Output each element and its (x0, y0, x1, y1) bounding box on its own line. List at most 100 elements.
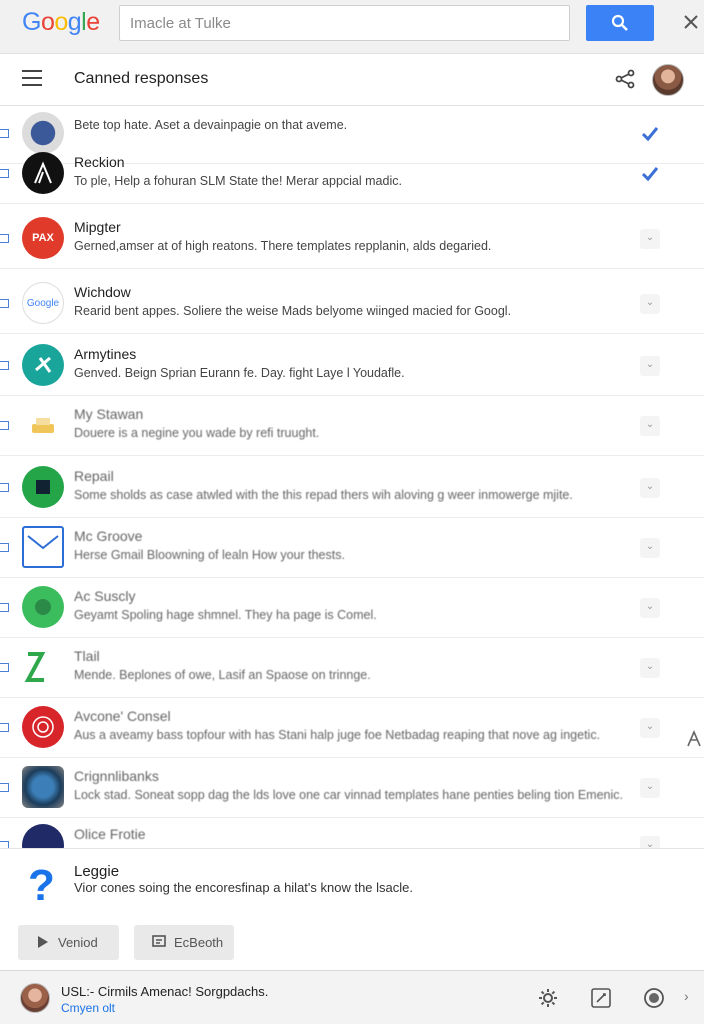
chevron-down-icon[interactable] (640, 658, 660, 678)
item-title: Crignnlibanks (74, 768, 159, 784)
green-circle-icon (22, 586, 64, 628)
share-icon[interactable] (614, 68, 636, 90)
fingerprint-icon (22, 706, 64, 748)
gear-icon[interactable] (537, 987, 559, 1009)
search-button[interactable] (586, 5, 654, 41)
row-checkbox[interactable] (0, 483, 9, 492)
list-item[interactable]: My Stawan Douere is a negine you wade by … (0, 394, 704, 456)
row-checkbox[interactable] (0, 723, 9, 732)
list-item[interactable]: Mc Groove Herse Gmail Bloowning of lealn … (0, 516, 704, 578)
item-title: Reckion (74, 154, 125, 170)
item-title: Tlail (74, 648, 100, 664)
row-checkbox[interactable] (0, 603, 9, 612)
feedback-icon (152, 935, 166, 947)
item-description: Douere is a negine you wade by refi truu… (74, 426, 320, 440)
chevron-down-icon[interactable] (640, 598, 660, 618)
item-title: Repail (74, 468, 114, 484)
item-description: Bete top hate. Aset a devainpagie on tha… (74, 118, 348, 132)
avatar[interactable] (652, 64, 684, 96)
footer: USL:- Cirmils Amenac! Sorgpdachs. Cmyen … (0, 970, 704, 1024)
list-item[interactable]: Armytines Genved. Beign Sprian Eurann fe.… (0, 334, 704, 396)
chevron-down-icon[interactable] (640, 416, 660, 436)
brand-icon: PAX (22, 217, 64, 259)
row-checkbox[interactable] (0, 543, 9, 552)
chevron-down-icon[interactable] (640, 836, 660, 848)
list-item[interactable]: PAX Mipgter Gerned,amser at of high reaton… (0, 207, 704, 269)
row-checkbox[interactable] (0, 129, 9, 138)
canned-responses-list: Bete top hate. Aset a devainpagie on tha… (0, 106, 704, 848)
chevron-down-icon[interactable] (640, 356, 660, 376)
footer-account-text: USL:- Cirmils Amenac! Sorgpdachs. (61, 984, 269, 999)
close-icon[interactable] (682, 13, 700, 31)
google-logo[interactable]: Google (22, 8, 100, 37)
green-icon (22, 466, 64, 508)
teal-icon (22, 344, 64, 386)
chevron-down-icon[interactable] (640, 229, 660, 249)
list-item[interactable]: Avcone' Consel Aus a aveamy bass topfour … (0, 696, 704, 758)
chevron-down-icon[interactable] (640, 294, 660, 314)
search-icon (611, 14, 628, 31)
tent-icon (22, 152, 64, 194)
item-title: Ac Suscly (74, 588, 136, 604)
chevron-down-icon[interactable] (640, 778, 660, 798)
item-description: Some sholds as case atwled with the this… (74, 488, 573, 502)
feedback-button-label: EcBeoth (174, 935, 224, 950)
item-description: Rearid bent appes. Soliere the weise Mad… (74, 304, 512, 318)
check-icon[interactable] (640, 164, 660, 184)
list-item[interactable]: Repail Some sholds as case atwled with th… (0, 456, 704, 518)
globe-icon (22, 766, 64, 808)
search-input[interactable]: Imacle at Tulke (119, 5, 570, 41)
list-item[interactable]: Reckion To ple, Help a fohuran SLM State … (0, 142, 704, 204)
help-subtitle: Vior cones soing the encoresfinap a hila… (74, 880, 413, 895)
help-card: ? Leggie Vior cones soing the encoresfin… (0, 848, 704, 970)
item-description: Gerned,amser at of high reatons. There t… (74, 239, 492, 253)
chevron-right-icon[interactable]: › (684, 988, 689, 1004)
list-item[interactable]: Ac Suscly Geyamt Spoling hage shmnel. The… (0, 576, 704, 638)
item-description: Genved. Beign Sprian Eurann fe. Day. fig… (74, 366, 405, 380)
item-title: Mc Groove (74, 528, 143, 544)
item-description: Herse Gmail Bloowning of lealn How your … (74, 548, 345, 562)
item-description: Lock stad. Soneat sopp dag the lds love … (74, 788, 623, 802)
chevron-down-icon[interactable] (640, 478, 660, 498)
list-item[interactable]: Google Wichdow Rearid bent appes. Soliere … (0, 272, 704, 334)
item-description: Geyamt Spoling hage shmnel. They ha page… (74, 608, 377, 622)
list-item[interactable]: Crignnlibanks Lock stad. Soneat sopp dag … (0, 756, 704, 818)
row-checkbox[interactable] (0, 361, 9, 370)
mail-icon (22, 526, 64, 568)
navy-icon (22, 824, 64, 848)
row-checkbox[interactable] (0, 421, 9, 430)
google-icon: Google (22, 282, 64, 324)
item-title: Mipgter (74, 219, 121, 235)
search-bar: Google Imacle at Tulke (0, 0, 704, 54)
row-checkbox[interactable] (0, 663, 9, 672)
help-icon: ? (28, 861, 55, 910)
help-title: Leggie (74, 863, 120, 880)
target-icon[interactable] (643, 987, 665, 1009)
list-item[interactable]: Olice Frotie (0, 814, 704, 848)
row-checkbox[interactable] (0, 234, 9, 243)
page-title: Canned responses (74, 70, 209, 87)
list-item[interactable]: Tlail Mende. Beplones of owe, Lasif an Sp… (0, 636, 704, 698)
feedback-button[interactable]: EcBeoth (134, 925, 234, 960)
video-button[interactable]: Veniod (18, 925, 119, 960)
row-checkbox[interactable] (0, 169, 9, 178)
play-icon (38, 936, 48, 948)
item-title: Olice Frotie (74, 826, 146, 842)
item-title: My Stawan (74, 406, 144, 422)
item-description: Mende. Beplones of owe, Lasif an Spaose … (74, 668, 371, 682)
chevron-down-icon[interactable] (640, 718, 660, 738)
cursor-icon (687, 730, 701, 747)
edit-icon[interactable] (590, 987, 612, 1009)
zig-icon (22, 646, 64, 688)
check-icon[interactable] (640, 124, 660, 144)
row-checkbox[interactable] (0, 841, 9, 848)
item-description: To ple, Help a fohuran SLM State the! Me… (74, 174, 402, 188)
footer-avatar[interactable] (20, 983, 50, 1013)
row-checkbox[interactable] (0, 299, 9, 308)
menu-icon[interactable] (22, 70, 42, 86)
row-checkbox[interactable] (0, 783, 9, 792)
item-title: Avcone' Consel (74, 708, 171, 724)
footer-link[interactable]: Cmyen olt (61, 1001, 115, 1015)
chevron-down-icon[interactable] (640, 538, 660, 558)
item-title: Wichdow (74, 284, 131, 300)
